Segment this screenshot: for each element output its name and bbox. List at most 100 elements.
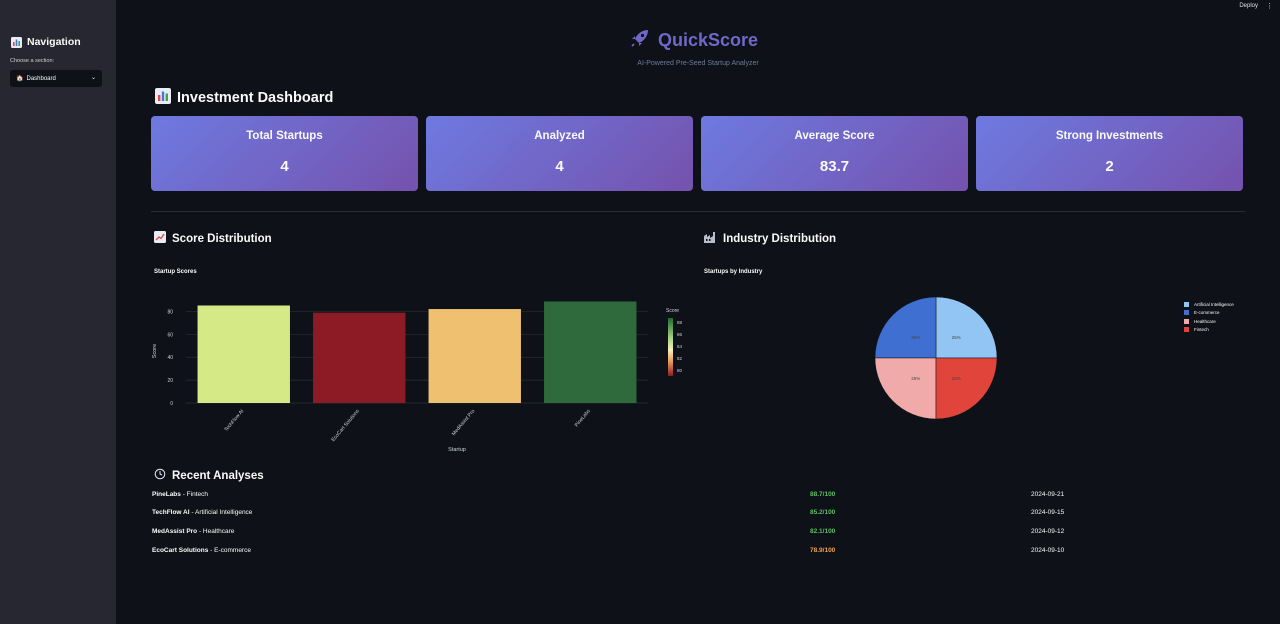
y-tick-label: 60 <box>167 332 173 338</box>
house-icon: 🏠 <box>16 76 24 82</box>
x-axis-label: Startup <box>448 447 466 453</box>
chevron-down-icon: ⌄ <box>90 75 96 81</box>
y-axis-label: Score <box>152 344 158 358</box>
slice-label: 25% <box>952 376 961 381</box>
startup-name: TechFlow AI <box>152 509 190 516</box>
clock-icon <box>154 468 166 483</box>
colorbar-title: Score <box>666 308 679 314</box>
metric-card-average-score: Average Score 83.7 <box>701 116 968 191</box>
trend-chart-icon <box>154 231 166 246</box>
recent-row-name: PineLabs - Fintech <box>152 491 208 498</box>
startup-industry: - E-commerce <box>208 547 251 554</box>
legend-swatch <box>1184 327 1189 333</box>
legend-item[interactable]: Healthcare <box>1184 317 1234 326</box>
section-select-value: Dashboard <box>26 75 56 82</box>
app-subtitle: AI-Powered Pre-Seed Startup Analyzer <box>637 60 759 67</box>
colorbar-tick-label: 82 <box>677 356 683 361</box>
y-tick-label: 0 <box>170 401 173 407</box>
startup-name: MedAssist Pro <box>152 528 198 535</box>
metric-label: Total Startups <box>246 130 323 142</box>
recent-row: EcoCart Solutions - E-commerce 78.9/100 … <box>152 547 1252 559</box>
dashboard-title-text: Investment Dashboard <box>177 90 334 106</box>
x-tick-label: PineLabs <box>574 408 592 428</box>
legend-swatch <box>1184 318 1189 324</box>
legend-item[interactable]: E-commerce <box>1184 309 1234 318</box>
deploy-button[interactable]: Deploy <box>1239 3 1258 9</box>
recent-row-score: 85.2/100 <box>810 509 836 516</box>
metric-value: 2 <box>1105 158 1114 175</box>
recent-row-date: 2024-09-21 <box>1031 491 1065 498</box>
y-tick-label: 40 <box>167 355 173 361</box>
recent-analyses-title: Recent Analyses <box>154 468 264 483</box>
section-select[interactable]: 🏠 Dashboard ⌄ <box>10 70 102 87</box>
section-divider <box>151 211 1245 212</box>
x-tick-label: MedAssist Pro <box>451 408 476 437</box>
metric-label: Strong Investments <box>1055 130 1164 142</box>
recent-row-date: 2024-09-12 <box>1031 528 1065 535</box>
x-tick-label: TechFlow AI <box>223 408 245 433</box>
section-select-label: Choose a section: <box>10 58 55 64</box>
bar <box>428 309 521 403</box>
recent-row-score: 78.9/100 <box>810 547 836 554</box>
colorbar-tick-label: 80 <box>677 368 683 373</box>
slice-label: 25% <box>952 335 961 340</box>
startup-name: PineLabs <box>152 491 181 498</box>
score-distribution-title: Score Distribution <box>154 231 272 246</box>
startup-industry: - Healthcare <box>197 528 235 535</box>
slice-label: 25% <box>911 376 920 381</box>
metric-card-strong-investments: Strong Investments 2 <box>976 116 1243 191</box>
metric-value: 4 <box>280 158 289 175</box>
bar-chart-icon <box>11 36 22 48</box>
recent-row-score: 82.1/100 <box>810 528 836 535</box>
recent-row-name: TechFlow AI - Artificial Intelligence <box>152 509 252 516</box>
metric-value: 83.7 <box>819 158 850 175</box>
colorbar-tick-label: 86 <box>677 332 683 337</box>
sidebar: Navigation Choose a section: 🏠 Dashboard… <box>0 0 116 624</box>
bar-chart-title: Startup Scores <box>154 269 197 275</box>
legend-swatch <box>1184 310 1189 316</box>
legend-item[interactable]: Fintech <box>1184 326 1234 335</box>
pie-slice <box>874 357 937 420</box>
metric-value: 4 <box>555 158 564 175</box>
legend-label: E-commerce <box>1194 310 1220 316</box>
legend-label: Healthcare <box>1194 318 1216 324</box>
app-title: QuickScore <box>630 28 758 53</box>
recent-row: TechFlow AI - Artificial Intelligence 85… <box>152 509 1252 521</box>
sidebar-title-text: Navigation <box>27 36 81 48</box>
recent-analyses-title-text: Recent Analyses <box>172 469 264 482</box>
y-tick-label: 20 <box>167 378 173 384</box>
pie-legend: Artificial Intelligence E-commerce Healt… <box>1184 300 1234 334</box>
recent-row-name: EcoCart Solutions - E-commerce <box>152 547 251 554</box>
slice-label: 25% <box>911 335 920 340</box>
app-title-text: QuickScore <box>658 30 759 50</box>
x-tick-label: EcoCart Solutions <box>330 408 361 443</box>
colorbar-tick-label: 84 <box>677 344 683 349</box>
metric-label: Average Score <box>794 130 875 142</box>
pie-slice <box>935 296 998 359</box>
bar <box>197 305 290 403</box>
colorbar-tick-label: 88 <box>677 320 683 325</box>
legend-label: Fintech <box>1194 327 1209 333</box>
industry-distribution-title: Industry Distribution <box>704 231 836 246</box>
bar-chart-icon <box>155 88 171 108</box>
bar <box>313 312 406 403</box>
legend-label: Artificial Intelligence <box>1194 301 1234 307</box>
rocket-icon <box>630 28 650 53</box>
recent-row-score: 88.7/100 <box>810 491 836 498</box>
legend-item[interactable]: Artificial Intelligence <box>1184 300 1234 309</box>
factory-icon <box>704 231 717 246</box>
main-menu-icon[interactable]: ⋮ <box>1266 2 1273 10</box>
pie-slice <box>874 296 937 359</box>
recent-row-date: 2024-09-15 <box>1031 509 1065 516</box>
recent-row-date: 2024-09-10 <box>1031 547 1065 554</box>
startup-industry: - Artificial Intelligence <box>189 509 253 516</box>
bar-chart: 0 20 40 60 80 TechFlow AI EcoCart Solutions Med… <box>152 301 683 453</box>
industry-distribution-title-text: Industry Distribution <box>723 232 837 245</box>
y-tick-label: 80 <box>167 309 173 315</box>
metric-cards: Total Startups 4 Analyzed 4 Average Scor… <box>151 116 1243 191</box>
recent-row: PineLabs - Fintech 88.7/100 2024-09-21 <box>152 491 1252 503</box>
metric-card-total-startups: Total Startups 4 <box>151 116 418 191</box>
startup-name: EcoCart Solutions <box>152 547 209 554</box>
colorbar <box>668 318 673 376</box>
legend-swatch <box>1184 301 1189 307</box>
